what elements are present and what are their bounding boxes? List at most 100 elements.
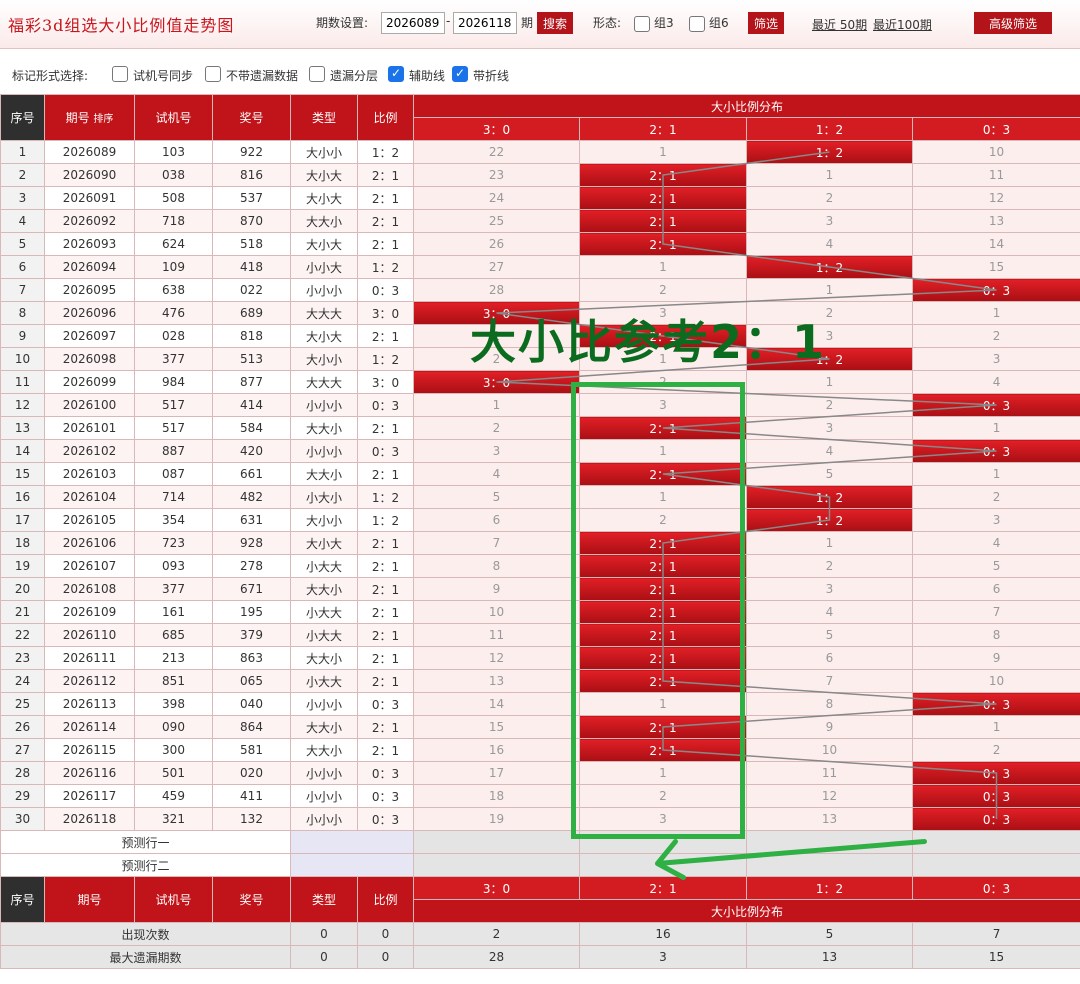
- stat-value: 7: [911, 922, 1080, 946]
- table-row: 15 2026103 087 661 大大小 2：1 4 2：1 5 1: [0, 462, 1080, 486]
- dist-miss-cell: 6: [413, 508, 580, 532]
- option-checkbox-no-miss[interactable]: [205, 66, 221, 82]
- table-row: 2 2026090 038 816 大小大 2：1 23 2：1 1 11: [0, 163, 1080, 187]
- row-ratio: 0：3: [357, 807, 414, 831]
- advanced-filter-button[interactable]: 高级筛选: [974, 12, 1052, 34]
- predict-row-two-cell[interactable]: [579, 853, 747, 877]
- row-award: 132: [212, 807, 291, 831]
- option-checkbox-trial-sync[interactable]: [112, 66, 128, 82]
- dist-miss-cell: 10: [911, 140, 1080, 164]
- header-period-label: 期号: [65, 111, 90, 125]
- row-ratio: 2：1: [357, 186, 414, 210]
- dist-miss-cell: 10: [413, 600, 580, 624]
- footer-header-type: 类型: [290, 876, 358, 923]
- table-row: 21 2026109 161 195 小大大 2：1 10 2：1 4 7: [0, 600, 1080, 624]
- row-trial: 038: [134, 163, 213, 187]
- header-dist-col: 0：3: [911, 117, 1080, 141]
- row-award: 537: [212, 186, 291, 210]
- row-trial: 851: [134, 669, 213, 693]
- row-ratio: 1：2: [357, 140, 414, 164]
- table-row: 20 2026108 377 671 大大小 2：1 9 2：1 3 6: [0, 577, 1080, 601]
- dist-miss-cell: 11: [413, 623, 580, 647]
- dist-miss-cell: 7: [413, 531, 580, 555]
- row-ratio: 2：1: [357, 646, 414, 670]
- table-row: 14 2026102 887 420 小小小 0：3 3 1 4 0：3: [0, 439, 1080, 463]
- predict-row-two-label: 预测行二: [0, 853, 291, 877]
- header-period[interactable]: 期号 排序: [44, 94, 135, 141]
- predict-row-one-input[interactable]: [290, 830, 414, 854]
- row-award: 518: [212, 232, 291, 256]
- filter-button[interactable]: 筛选: [748, 12, 785, 34]
- option-checkbox-polyline[interactable]: [452, 66, 468, 82]
- predict-row-one-cell[interactable]: [911, 830, 1080, 854]
- predict-row-two-cell[interactable]: [911, 853, 1080, 877]
- row-seq: 29: [0, 784, 45, 808]
- option-checkbox-miss-layer[interactable]: [309, 66, 325, 82]
- table-row: 24 2026112 851 065 小大大 2：1 13 2：1 7 10: [0, 669, 1080, 693]
- predict-row-one-cell[interactable]: [413, 830, 580, 854]
- dist-miss-cell: 2: [413, 416, 580, 440]
- option-checkbox-aux-line[interactable]: [388, 66, 404, 82]
- footer-header-award: 奖号: [212, 876, 291, 923]
- row-period: 2026098: [44, 347, 135, 371]
- dist-hit-cell: 2：1: [579, 646, 747, 670]
- row-period: 2026090: [44, 163, 135, 187]
- predict-row-two-cell[interactable]: [746, 853, 913, 877]
- dist-hit-cell: 2：1: [579, 186, 747, 210]
- header-type: 类型: [290, 94, 358, 141]
- table-row: 25 2026113 398 040 小小小 0：3 14 1 8 0：3: [0, 692, 1080, 716]
- period-from-input[interactable]: [381, 12, 445, 34]
- row-award: 581: [212, 738, 291, 762]
- stat-ratio: 0: [357, 922, 414, 946]
- row-ratio: 1：2: [357, 347, 414, 371]
- row-period: 2026104: [44, 485, 135, 509]
- row-period: 2026118: [44, 807, 135, 831]
- predict-row-two-cell[interactable]: [413, 853, 580, 877]
- predict-row-one-cell[interactable]: [746, 830, 913, 854]
- row-award: 631: [212, 508, 291, 532]
- dist-hit-cell: 2：1: [579, 623, 747, 647]
- row-type: 小大大: [290, 669, 358, 693]
- row-trial: 638: [134, 278, 213, 302]
- row-trial: 984: [134, 370, 213, 394]
- row-period: 2026109: [44, 600, 135, 624]
- dist-miss-cell: 3: [579, 807, 747, 831]
- table-row: 7 2026095 638 022 小小小 0：3 28 2 1 0：3: [0, 278, 1080, 302]
- search-button[interactable]: 搜索: [537, 12, 574, 34]
- row-type: 小小大: [290, 255, 358, 279]
- dist-hit-cell: 2：1: [579, 163, 747, 187]
- header-trial: 试机号: [134, 94, 213, 141]
- recent50-link[interactable]: 最近 50期: [812, 16, 867, 33]
- group6-checkbox[interactable]: [689, 16, 705, 32]
- header-award: 奖号: [212, 94, 291, 141]
- row-award: 928: [212, 531, 291, 555]
- recent100-link[interactable]: 最近100期: [873, 16, 932, 33]
- row-type: 大大小: [290, 577, 358, 601]
- predict-row-one-cell[interactable]: [579, 830, 747, 854]
- row-award: 278: [212, 554, 291, 578]
- group3-checkbox[interactable]: [634, 16, 650, 32]
- dist-miss-cell: 1: [579, 255, 747, 279]
- dist-hit-cell: 2：1: [579, 531, 747, 555]
- row-ratio: 2：1: [357, 209, 414, 233]
- dist-miss-cell: 4: [911, 370, 1080, 394]
- row-seq: 22: [0, 623, 45, 647]
- header-dist: 大小比例分布: [412, 94, 1080, 118]
- stat-value: 15: [911, 945, 1080, 969]
- dist-hit-cell: 0：3: [911, 784, 1080, 808]
- sort-button[interactable]: 排序: [93, 114, 113, 125]
- period-to-input[interactable]: [453, 12, 517, 34]
- row-award: 040: [212, 692, 291, 716]
- footer-header-dist: 大小比例分布: [412, 899, 1080, 923]
- header-dist-col: 3：0: [413, 117, 580, 141]
- dist-miss-cell: 2: [911, 738, 1080, 762]
- row-trial: 459: [134, 784, 213, 808]
- dist-miss-cell: 2: [579, 370, 747, 394]
- stat-row: 出现次数 0 0 2 16 5 7: [0, 922, 1080, 946]
- trend-table: 序号 期号 排序 试机号 奖号 类型 比例 大小比例分布 3：0 2：1 1：2…: [0, 94, 1080, 969]
- row-trial: 887: [134, 439, 213, 463]
- row-type: 大小小: [290, 347, 358, 371]
- predict-row-two-input[interactable]: [290, 853, 414, 877]
- footer-dist-col: 1：2: [746, 876, 913, 900]
- row-award: 922: [212, 140, 291, 164]
